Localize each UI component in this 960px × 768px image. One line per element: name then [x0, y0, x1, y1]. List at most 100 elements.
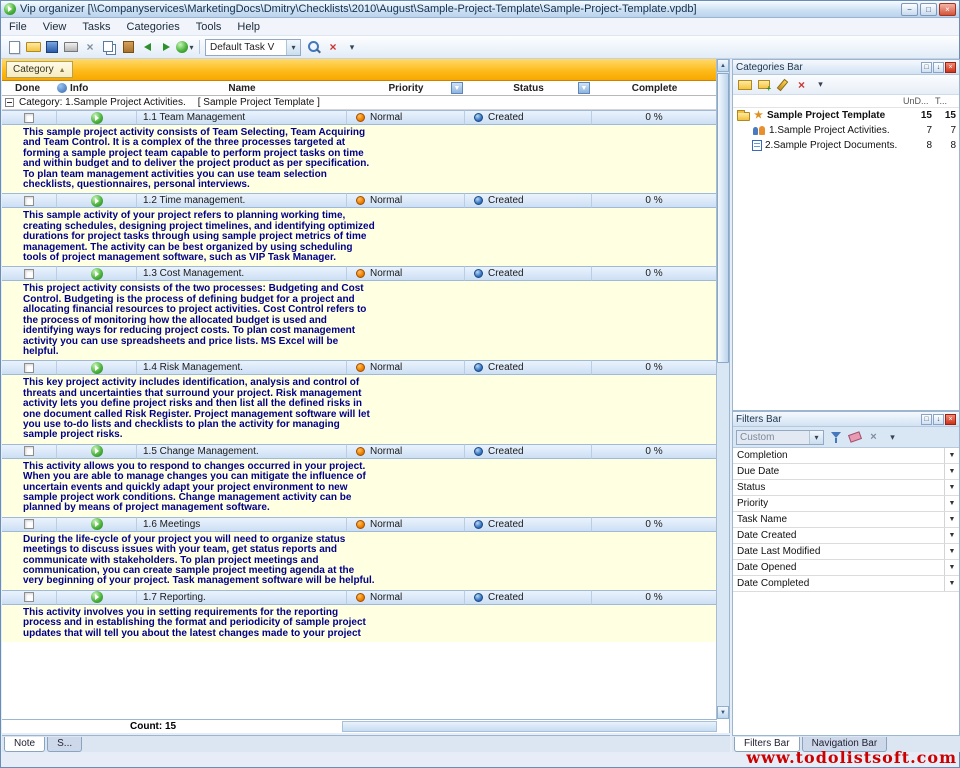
minimize-icon[interactable] — [901, 3, 918, 16]
clear-icon[interactable] — [324, 39, 342, 56]
task-row[interactable]: 1.1 Team Management Normal Created 0 % — [2, 110, 717, 125]
dropdown-icon[interactable] — [944, 496, 959, 511]
tree-item[interactable]: 1.Sample Project Activities.77 — [733, 123, 959, 138]
float-icon[interactable] — [921, 414, 932, 425]
dropdown-icon[interactable] — [944, 576, 959, 591]
menu-item-file[interactable]: File — [1, 19, 35, 35]
dropdown-icon[interactable] — [343, 39, 361, 56]
task-status-cell[interactable]: Created — [465, 360, 592, 375]
copy-icon[interactable] — [100, 39, 118, 56]
paste-icon[interactable] — [119, 39, 137, 56]
menu-item-tasks[interactable]: Tasks — [74, 19, 118, 35]
filter-row-date-completed[interactable]: Date Completed — [733, 576, 959, 592]
task-note[interactable]: During the life-cycle of your project yo… — [2, 532, 717, 590]
task-complete-cell[interactable]: 0 % — [592, 193, 717, 208]
task-complete-cell[interactable]: 0 % — [592, 266, 717, 281]
column-header-info[interactable]: Info — [57, 81, 137, 95]
task-name-cell[interactable]: 1.6 Meetings — [137, 517, 347, 532]
task-priority-cell[interactable]: Normal — [347, 193, 465, 208]
dropdown-icon[interactable] — [944, 544, 959, 559]
dropdown-icon[interactable] — [944, 464, 959, 479]
collapse-icon[interactable] — [5, 98, 14, 107]
new-icon[interactable] — [5, 39, 23, 56]
undone-column-header[interactable]: UnD... — [903, 96, 935, 106]
task-done-checkbox[interactable] — [24, 592, 34, 602]
task-status-cell[interactable]: Created — [465, 590, 592, 605]
print-icon[interactable] — [62, 39, 80, 56]
task-row[interactable]: 1.5 Change Management. Normal Created 0 … — [2, 444, 717, 459]
task-info-icon[interactable] — [91, 362, 103, 374]
task-priority-cell[interactable]: Normal — [347, 360, 465, 375]
task-complete-cell[interactable]: 0 % — [592, 517, 717, 532]
column-header-done[interactable]: Done — [2, 81, 57, 95]
category-group-row[interactable]: Category: 1.Sample Project Activities. [… — [2, 96, 717, 110]
scrollbar-thumb[interactable] — [717, 73, 729, 363]
menu-item-tools[interactable]: Tools — [188, 19, 230, 35]
task-done-checkbox[interactable] — [24, 113, 34, 123]
menu-item-help[interactable]: Help — [229, 19, 268, 35]
task-status-cell[interactable]: Created — [465, 517, 592, 532]
task-status-cell[interactable]: Created — [465, 444, 592, 459]
task-priority-cell[interactable]: Normal — [347, 590, 465, 605]
dropdown-icon[interactable] — [944, 528, 959, 543]
filter-row-task-name[interactable]: Task Name — [733, 512, 959, 528]
task-name-cell[interactable]: 1.4 Risk Management. — [137, 360, 347, 375]
task-row[interactable]: 1.3 Cost Management. Normal Created 0 % — [2, 266, 717, 281]
task-info-icon[interactable] — [91, 518, 103, 530]
open-icon[interactable] — [24, 39, 42, 56]
task-note[interactable]: This sample project activity consists of… — [2, 125, 717, 193]
close-small-icon[interactable] — [865, 429, 882, 445]
editcat-icon[interactable] — [774, 77, 791, 93]
task-complete-cell[interactable]: 0 % — [592, 360, 717, 375]
filter-row-date-opened[interactable]: Date Opened — [733, 560, 959, 576]
filter-preset-dropdown-icon[interactable] — [809, 431, 823, 444]
float-icon[interactable] — [921, 62, 932, 73]
task-complete-cell[interactable]: 0 % — [592, 590, 717, 605]
priority-filter-dropdown-icon[interactable] — [451, 82, 463, 94]
filter-row-priority[interactable]: Priority — [733, 496, 959, 512]
task-row[interactable]: 1.2 Time management. Normal Created 0 % — [2, 193, 717, 208]
tab-note[interactable]: Note — [4, 737, 45, 752]
close-icon[interactable] — [939, 3, 956, 16]
task-done-checkbox[interactable] — [24, 269, 34, 279]
task-note[interactable]: This activity involves you in setting re… — [2, 605, 717, 642]
eraser-icon[interactable] — [846, 429, 863, 445]
dropdown-icon[interactable] — [812, 77, 829, 93]
filter-row-status[interactable]: Status — [733, 480, 959, 496]
close-icon[interactable] — [945, 414, 956, 425]
task-done-checkbox[interactable] — [24, 363, 34, 373]
task-name-cell[interactable]: 1.5 Change Management. — [137, 444, 347, 459]
task-name-cell[interactable]: 1.1 Team Management — [137, 110, 347, 125]
close-icon[interactable] — [945, 62, 956, 73]
dropdown-icon[interactable] — [884, 429, 901, 445]
task-priority-cell[interactable]: Normal — [347, 517, 465, 532]
status-filter-dropdown-icon[interactable] — [578, 82, 590, 94]
task-row[interactable]: 1.7 Reporting. Normal Created 0 % — [2, 590, 717, 605]
dropdown-icon[interactable] — [944, 512, 959, 527]
task-name-cell[interactable]: 1.3 Cost Management. — [137, 266, 347, 281]
task-note[interactable]: This project activity consists of the tw… — [2, 281, 717, 360]
tree-item[interactable]: 2.Sample Project Documents.88 — [733, 138, 959, 153]
task-status-cell[interactable]: Created — [465, 193, 592, 208]
autohide-icon[interactable] — [933, 414, 944, 425]
task-info-icon[interactable] — [91, 445, 103, 457]
undo-icon[interactable] — [138, 39, 156, 56]
task-priority-cell[interactable]: Normal — [347, 266, 465, 281]
column-header-complete[interactable]: Complete — [592, 81, 717, 95]
newsub-icon[interactable] — [755, 77, 772, 93]
column-header-status[interactable]: Status — [465, 81, 592, 95]
menu-item-categories[interactable]: Categories — [119, 19, 188, 35]
redo-icon[interactable] — [157, 39, 175, 56]
task-row[interactable]: 1.6 Meetings Normal Created 0 % — [2, 517, 717, 532]
autohide-icon[interactable] — [933, 62, 944, 73]
delcat-icon[interactable] — [793, 77, 810, 93]
tab-s[interactable]: S... — [47, 737, 82, 752]
filter-row-completion[interactable]: Completion — [733, 448, 959, 464]
combo-dropdown-icon[interactable] — [286, 40, 300, 55]
task-note[interactable]: This sample activity of your project ref… — [2, 208, 717, 266]
task-status-cell[interactable]: Created — [465, 110, 592, 125]
funnel-icon[interactable] — [827, 429, 844, 445]
task-view-combobox[interactable]: Default Task V — [205, 39, 301, 56]
column-header-priority[interactable]: Priority — [347, 81, 465, 95]
task-name-cell[interactable]: 1.7 Reporting. — [137, 590, 347, 605]
